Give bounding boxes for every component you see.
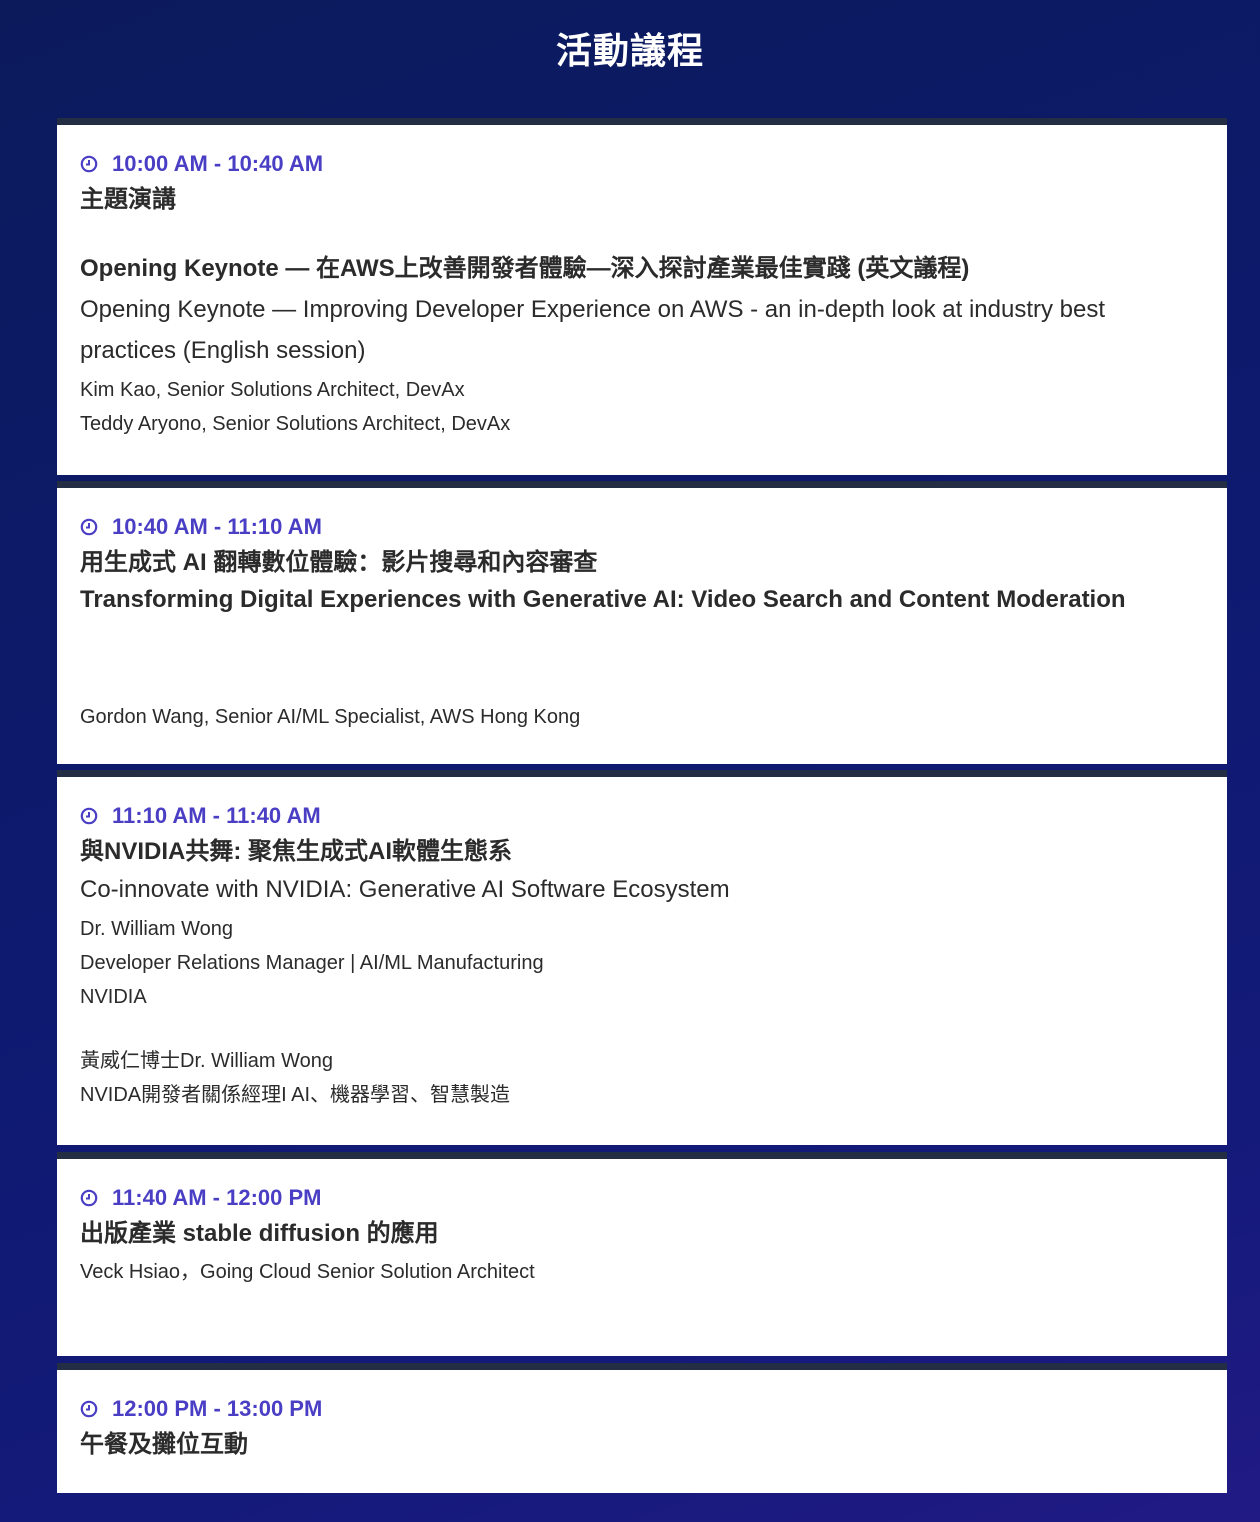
session-time: 10:00 AM - 10:40 AM	[112, 151, 324, 176]
session-card: 11:40 AM - 12:00 PM 出版產業 stable diffusio…	[57, 1152, 1227, 1356]
session-speaker: Kim Kao, Senior Solutions Architect, Dev…	[80, 379, 465, 401]
session-speaker: NVIDIA	[80, 986, 147, 1008]
session-title-en: Opening Keynote — Improving Developer Ex…	[80, 296, 1106, 364]
session-title-zh: 與NVIDIA共舞: 聚焦生成式AI軟體生態系	[80, 838, 512, 865]
session-speaker: Teddy Aryono, Senior Solutions Architect…	[80, 413, 511, 435]
clock-icon	[80, 155, 98, 173]
session-card: 10:00 AM - 10:40 AM 主題演講 Opening Keynote…	[57, 118, 1227, 475]
session-time-row: 12:00 PM - 13:00 PM	[80, 1394, 1204, 1424]
clock-icon	[80, 807, 98, 825]
clock-icon	[80, 1400, 98, 1418]
session-card: 11:10 AM - 11:40 AM 與NVIDIA共舞: 聚焦生成式AI軟體…	[57, 770, 1227, 1145]
session-title-bold: Transforming Digital Experiences with Ge…	[80, 586, 1126, 613]
session-card: 10:40 AM - 11:10 AM 用生成式 AI 翻轉數位體驗：影片搜尋和…	[57, 481, 1227, 764]
session-time-row: 11:40 AM - 12:00 PM	[80, 1183, 1204, 1213]
session-time: 12:00 PM - 13:00 PM	[112, 1396, 323, 1421]
session-title-en: Co-innovate with NVIDIA: Generative AI S…	[80, 876, 730, 903]
session-title-zh: 午餐及攤位互動	[80, 1431, 248, 1458]
session-title-bold: Opening Keynote — 在AWS上改善開發者體驗—深入探討產業最佳實…	[80, 255, 970, 282]
session-card: 12:00 PM - 13:00 PM 午餐及攤位互動	[57, 1363, 1227, 1493]
session-speaker: Gordon Wang, Senior AI/ML Specialist, AW…	[80, 706, 581, 728]
clock-icon	[80, 1189, 98, 1207]
session-time: 10:40 AM - 11:10 AM	[112, 514, 322, 539]
session-speaker: Developer Relations Manager | AI/ML Manu…	[80, 952, 544, 974]
session-time-row: 10:00 AM - 10:40 AM	[80, 149, 1204, 179]
session-speaker: Dr. William Wong	[80, 918, 233, 940]
session-speaker: Veck Hsiao，Going Cloud Senior Solution A…	[80, 1261, 535, 1283]
clock-icon	[80, 518, 98, 536]
session-title-zh: 出版產業 stable diffusion 的應用	[80, 1220, 439, 1247]
session-speaker: NVIDA開發者關係經理I AI、機器學習、智慧製造	[80, 1084, 511, 1106]
session-time-row: 10:40 AM - 11:10 AM	[80, 512, 1204, 542]
session-time-row: 11:10 AM - 11:40 AM	[80, 801, 1204, 831]
session-time: 11:10 AM - 11:40 AM	[112, 803, 321, 828]
session-speaker: 黃威仁博士Dr. William Wong	[80, 1050, 333, 1072]
page-title: 活動議程	[555, 30, 704, 71]
session-title-zh: 主題演講	[80, 186, 176, 213]
session-time: 11:40 AM - 12:00 PM	[112, 1185, 322, 1210]
session-title-zh: 用生成式 AI 翻轉數位體驗：影片搜尋和內容審查	[80, 549, 598, 576]
